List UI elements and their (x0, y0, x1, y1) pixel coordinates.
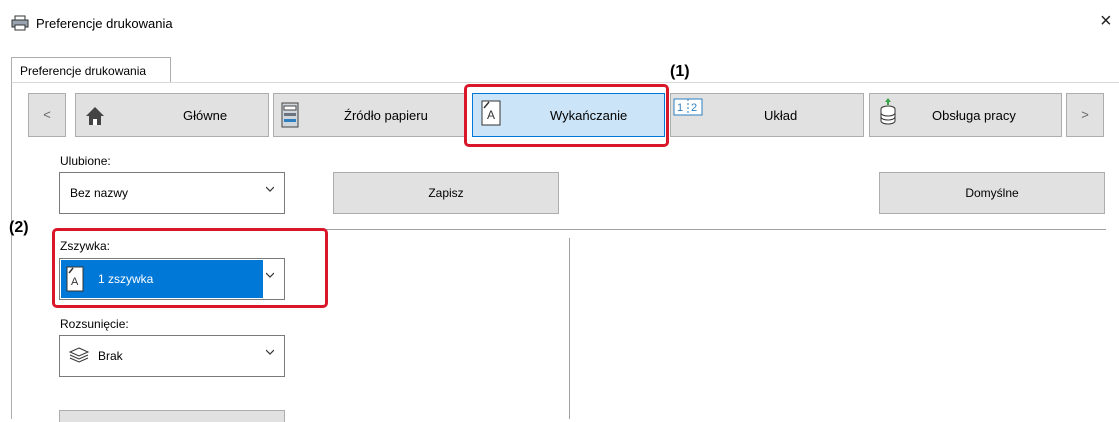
nav-item-label: Główne (183, 108, 228, 123)
staple-value: 1 zszywka (98, 272, 154, 286)
nav-prev-button[interactable]: < (28, 93, 66, 137)
offset-dropdown[interactable]: Brak (59, 335, 285, 377)
vertical-divider (569, 238, 570, 419)
chevron-down-icon (266, 272, 274, 278)
svg-text:A: A (71, 276, 79, 288)
offset-label: Rozsunięcie: (60, 317, 129, 331)
tab-preferencje-drukowania[interactable]: Preferencje drukowania (11, 57, 171, 83)
home-icon (86, 107, 104, 125)
staple-label: Zszywka: (60, 239, 111, 253)
nav-item-label: Źródło papieru (344, 108, 428, 123)
favorites-value: Bez nazwy (70, 186, 129, 200)
staple-selected-highlight (61, 260, 263, 298)
window-title: Preferencje drukowania (36, 16, 173, 31)
layout-icon: 1 2 (673, 98, 703, 116)
close-icon[interactable]: × (1100, 10, 1112, 33)
defaults-button[interactable]: Domyślne (879, 172, 1105, 214)
partial-button[interactable] (59, 410, 285, 422)
staple-icon: A (66, 266, 84, 292)
nav-item-label: Obsługa pracy (932, 108, 1016, 123)
offset-value: Brak (98, 349, 123, 363)
nav-item-zrodlo-papieru[interactable]: Źródło papieru (273, 93, 467, 137)
nav-item-uklad[interactable]: 1 2 Układ (670, 93, 864, 137)
save-button[interactable]: Zapisz (333, 172, 559, 214)
favorites-dropdown[interactable]: Bez nazwy (59, 172, 285, 214)
chevron-down-icon (266, 349, 274, 355)
paper-source-icon (281, 102, 299, 128)
chevron-down-icon (266, 186, 274, 192)
highlight-box-1 (464, 84, 669, 147)
svg-text:1: 1 (677, 102, 683, 114)
job-handling-icon (880, 98, 896, 125)
staple-dropdown[interactable]: A 1 zszywka (59, 258, 285, 300)
nav-item-glowne[interactable]: Główne (75, 93, 269, 137)
offset-stack-icon (68, 347, 90, 363)
nav-item-obsluga-pracy[interactable]: Obsługa pracy (869, 93, 1062, 137)
nav-next-button[interactable]: > (1066, 93, 1104, 137)
annotation-1: (1) (670, 63, 690, 80)
annotation-2: (2) (9, 219, 29, 236)
printer-icon (11, 15, 29, 31)
favorites-label: Ulubione: (60, 154, 111, 168)
svg-text:2: 2 (691, 102, 697, 114)
tab-label: Preferencje drukowania (20, 64, 147, 78)
nav-item-label: Układ (764, 108, 798, 123)
